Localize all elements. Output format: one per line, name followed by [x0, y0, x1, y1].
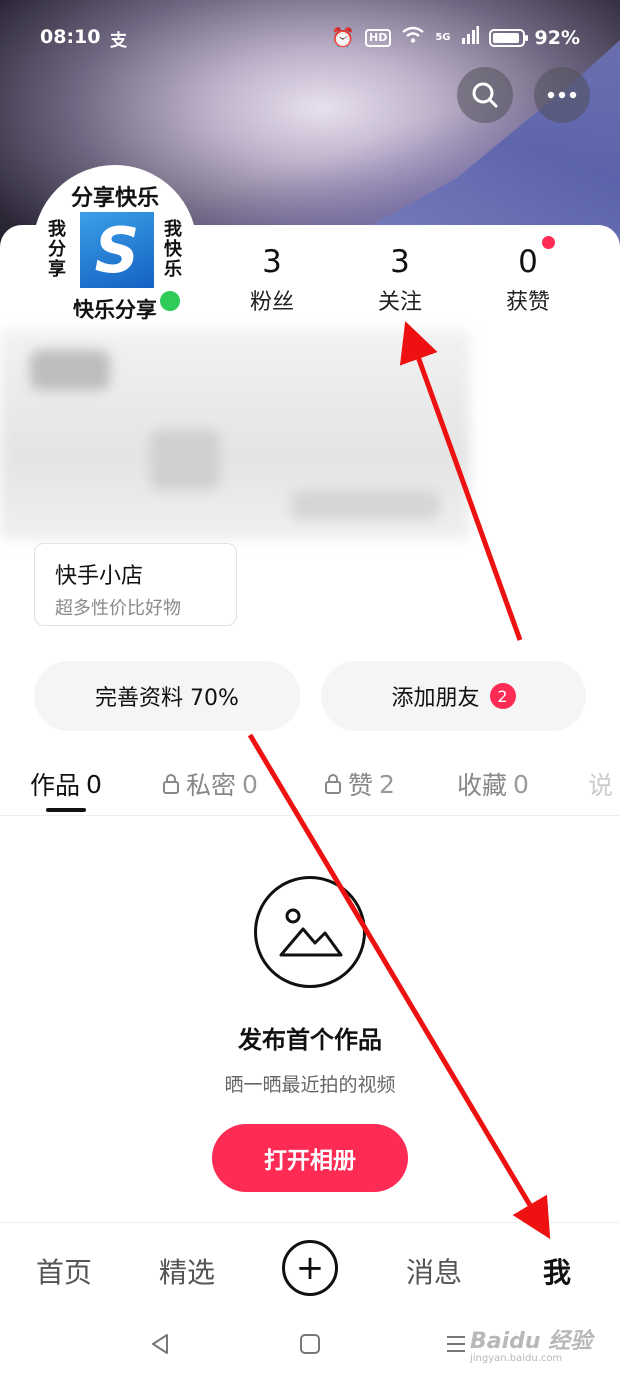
stat-label: 获赞	[505, 290, 550, 315]
empty-state-image-icon	[254, 876, 366, 988]
empty-state-title: 发布首个作品	[238, 1026, 382, 1054]
more-icon	[547, 91, 577, 99]
battery-icon	[488, 28, 528, 47]
open-album-button[interactable]: 打开相册	[212, 1124, 408, 1192]
network-type-label: 5G	[435, 31, 451, 43]
notification-icon: 支	[110, 31, 127, 51]
battery-percent: 92%	[534, 26, 580, 49]
tab-count: 2	[379, 769, 395, 799]
avatar-text-right: 我快乐	[164, 219, 182, 280]
tab-label: 收藏	[457, 771, 508, 800]
bottom-navigation: 首页 精选 + 消息 我	[0, 1222, 620, 1314]
hd-badge: HD	[365, 28, 392, 47]
nav-messages[interactable]: 消息	[406, 1251, 462, 1291]
menu-lines-icon[interactable]	[444, 1332, 468, 1356]
nav-home[interactable]: 首页	[36, 1251, 92, 1291]
kuaishou-shop-card[interactable]: 快手小店 超多性价比好物	[34, 543, 237, 626]
content-tabs: 作品 0 私密 0 赞 2 收藏 0 说	[0, 760, 620, 816]
more-options-button[interactable]	[534, 67, 590, 123]
stat-likes[interactable]: 0 获赞	[464, 236, 592, 316]
add-friend-label: 添加朋友	[391, 686, 480, 711]
tab-favorites[interactable]: 收藏 0	[457, 766, 529, 802]
nav-me[interactable]: 我	[543, 1251, 571, 1291]
blurred-profile-info	[0, 330, 470, 540]
stat-value: 0	[518, 244, 538, 280]
lock-icon	[325, 774, 341, 794]
tab-label: 说	[588, 771, 614, 800]
status-right-group: ⏰ HD 5G 92%	[331, 26, 580, 49]
stat-value: 3	[390, 244, 410, 280]
avatar-text-top: 分享快乐	[70, 186, 159, 211]
home-square-icon[interactable]	[298, 1332, 322, 1356]
new-notification-dot	[542, 236, 555, 249]
baidu-watermark: Baidu 经验 jingyan.baidu.com	[470, 1323, 610, 1373]
open-album-label: 打开相册	[264, 1148, 356, 1174]
avatar-text-left: 我分享	[48, 219, 66, 280]
alarm-icon: ⏰	[331, 27, 355, 49]
active-tab-indicator	[46, 808, 86, 812]
add-friend-button[interactable]: 添加朋友 2	[321, 661, 586, 731]
tab-likes[interactable]: 赞 2	[324, 766, 395, 802]
status-time: 08:10	[40, 26, 101, 48]
tab-private[interactable]: 私密 0	[162, 766, 258, 802]
stat-following[interactable]: 3 关注	[336, 242, 464, 316]
nav-featured[interactable]: 精选	[159, 1251, 215, 1291]
signal-icon	[461, 26, 479, 49]
tab-posts[interactable]: 说	[588, 766, 613, 802]
wifi-icon	[401, 26, 425, 49]
tab-count: 0	[242, 769, 258, 799]
complete-profile-label: 完善资料 70%	[95, 686, 239, 711]
search-button[interactable]	[457, 67, 513, 123]
stat-label: 关注	[377, 290, 422, 315]
shop-subtitle: 超多性价比好物	[55, 598, 181, 619]
online-status-dot	[157, 288, 183, 314]
tab-label: 赞	[348, 771, 374, 800]
tab-count: 0	[513, 769, 529, 799]
avatar-logo: S	[80, 212, 154, 288]
tab-count: 0	[86, 769, 102, 799]
profile-stats: 3 粉丝 3 关注 0 获赞	[208, 236, 608, 316]
tab-works[interactable]: 作品 0	[30, 766, 102, 802]
plus-icon: +	[295, 1248, 325, 1288]
friend-request-badge: 2	[489, 683, 516, 709]
complete-profile-button[interactable]: 完善资料 70%	[34, 661, 300, 731]
stat-followers[interactable]: 3 粉丝	[208, 242, 336, 316]
search-icon	[472, 82, 498, 108]
lock-icon	[163, 774, 179, 794]
tab-label: 作品	[30, 771, 81, 800]
empty-state-subtitle: 晒一晒最近拍的视频	[224, 1074, 396, 1096]
tab-label: 私密	[186, 771, 237, 800]
watermark-brand: Baidu 经验	[470, 1329, 593, 1354]
back-triangle-icon[interactable]	[148, 1332, 172, 1356]
create-post-button[interactable]: +	[282, 1240, 338, 1296]
stat-value: 3	[262, 244, 282, 280]
status-bar: 08:10 支 ⏰ HD 5G 92%	[0, 0, 620, 76]
stat-label: 粉丝	[249, 290, 294, 315]
watermark-url: jingyan.baidu.com	[470, 1353, 563, 1364]
shop-title: 快手小店	[55, 564, 144, 589]
